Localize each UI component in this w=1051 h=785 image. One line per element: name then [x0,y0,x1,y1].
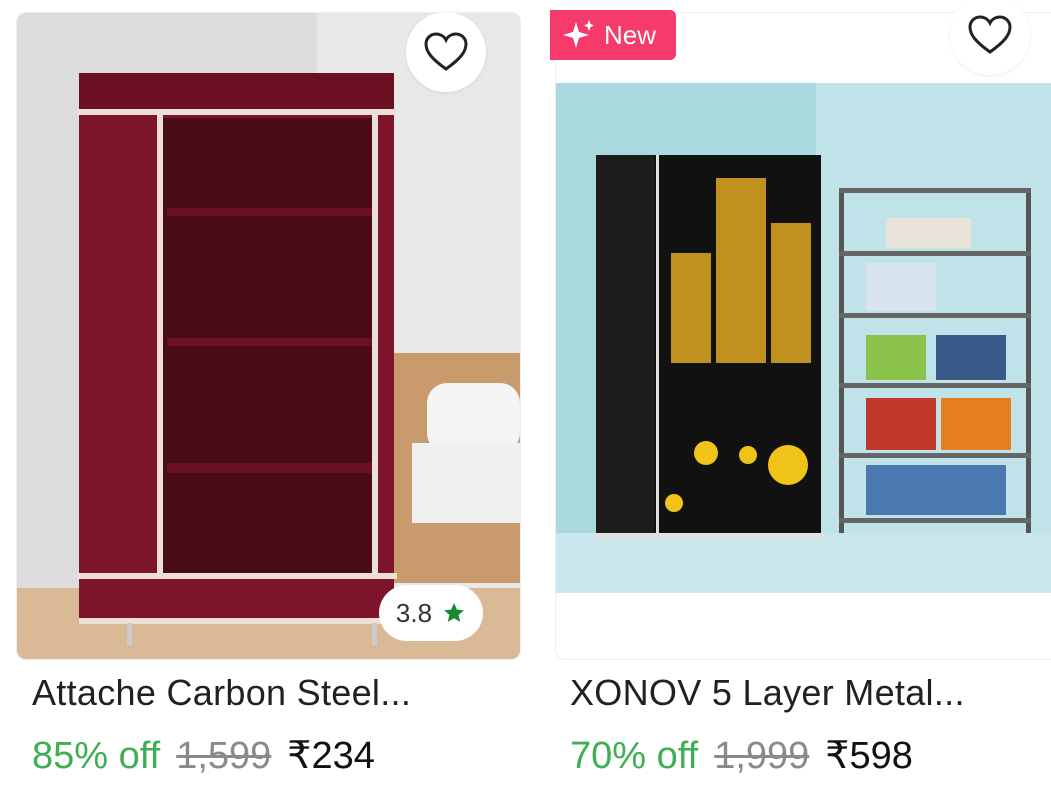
wardrobe-rack-image [556,13,1051,659]
new-badge: New [550,10,676,60]
rating-badge: 3.8 [379,585,483,641]
product-title[interactable]: XONOV 5 Layer Metal... [570,672,965,714]
price-row: 70% off 1,999 ₹598 [570,733,913,778]
sparkle-icon [563,20,594,48]
wardrobe-image [17,13,520,659]
sale-price: ₹598 [825,735,913,777]
star-icon [444,603,465,622]
discount-label: 70% off [570,735,699,777]
product-card-1[interactable]: 3.8 Attache Carbon Steel... 85% off 1,59… [0,0,521,785]
original-price: 1,599 [176,735,272,777]
product-image[interactable]: 3.8 [16,12,521,660]
wishlist-button[interactable] [406,12,486,92]
sale-price: ₹234 [287,735,375,777]
rating-value: 3.8 [395,597,433,628]
product-title[interactable]: Attache Carbon Steel... [32,672,411,714]
discount-label: 85% off [32,735,161,777]
heart-icon [424,32,468,71]
product-image[interactable] [555,12,1051,660]
heart-icon [968,15,1012,54]
badge-label: New [604,19,657,50]
original-price: 1,999 [714,735,810,777]
product-card-2[interactable]: XONOV 5 Layer Metal... 70% off 1,999 ₹59… [540,0,1051,785]
price-row: 85% off 1,599 ₹234 [32,733,375,778]
